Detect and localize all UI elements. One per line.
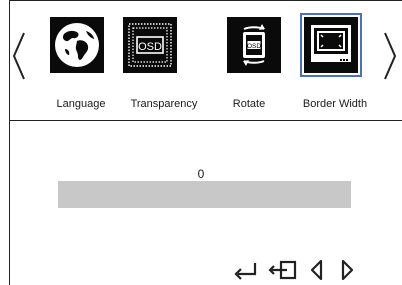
language-tile[interactable]	[50, 17, 104, 73]
menu-label-transparency: Transparency	[130, 98, 198, 110]
menu-label-rotate: Rotate	[232, 98, 266, 110]
enter-icon[interactable]	[233, 259, 259, 281]
scroll-left-arrow-icon[interactable]	[11, 30, 27, 82]
rotate-badge: OSD	[247, 43, 261, 50]
globe-icon	[50, 17, 104, 73]
setting-level-bar[interactable]	[58, 181, 351, 208]
transparency-tile[interactable]: OSD	[123, 17, 177, 73]
border-width-tile[interactable]	[300, 13, 362, 77]
right-icon[interactable]	[339, 259, 355, 281]
osd-transparency-icon: OSD	[123, 17, 177, 73]
menu-label-border-width: Border Width	[302, 98, 368, 110]
section-divider	[9, 120, 402, 121]
monitor-border-icon	[304, 17, 358, 73]
scroll-right-arrow-icon[interactable]	[382, 30, 398, 82]
left-icon[interactable]	[309, 259, 325, 281]
transparency-badge: OSD	[138, 41, 162, 53]
menu-strip: OSD OSD Language Transparency Rotate Bor…	[9, 0, 402, 120]
rotate-tile[interactable]: OSD	[227, 17, 281, 73]
menu-label-language: Language	[56, 98, 106, 110]
exit-icon[interactable]	[268, 259, 298, 281]
osd-rotate-icon: OSD	[227, 17, 281, 73]
setting-value: 0	[197, 167, 205, 181]
